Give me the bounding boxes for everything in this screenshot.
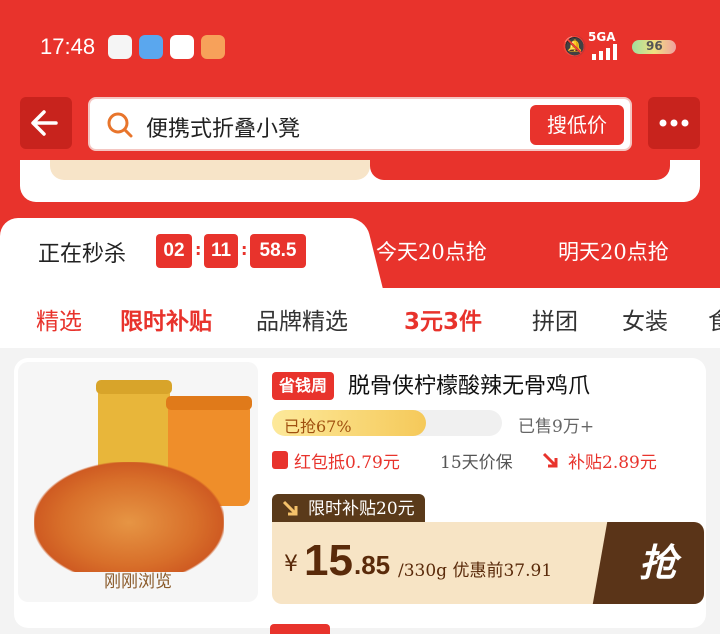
content-area: 精选 限时补贴 品牌精选 3元3件 拼团 女装 食 刚刚浏览 省钱周 脱骨侠柠檬…	[0, 288, 720, 634]
sold-count: 已售9万+	[518, 417, 595, 437]
category-women[interactable]: 女装	[622, 302, 668, 336]
subsidy-tag-label: 限时补贴20元	[308, 499, 415, 519]
signal-icon	[592, 44, 617, 60]
countdown-seconds: 58.5	[250, 234, 306, 268]
status-bar: 17:48 🔕 5GA 96	[0, 0, 720, 90]
currency-symbol: ¥	[284, 552, 298, 577]
price-protect-perk: 15天价保	[440, 453, 513, 473]
countdown-sep: :	[195, 240, 202, 259]
category-3for3[interactable]: 3元3件	[404, 302, 482, 336]
hammer-app-icon	[201, 35, 225, 59]
banner-left[interactable]	[50, 160, 370, 180]
flash-sale-tabs: 正在秒杀 02 : 11 : 58.5 今天20点抢 明天20点抢	[0, 218, 720, 288]
price-decimal: .85	[354, 550, 391, 580]
product-title[interactable]: 脱骨侠柠檬酸辣无骨鸡爪	[348, 368, 590, 400]
product-list: 刚刚浏览 省钱周 脱骨侠柠檬酸辣无骨鸡爪 已抢67% 已售9万+ 红包抵0.79…	[0, 348, 720, 634]
mute-icon: 🔕	[562, 34, 587, 58]
countdown-hours: 02	[156, 234, 192, 268]
next-card-badge	[270, 624, 330, 634]
recently-viewed-label: 刚刚浏览	[104, 572, 172, 592]
chicken-feet-image	[34, 462, 224, 572]
more-icon	[659, 119, 689, 127]
price-integer: 15	[304, 536, 353, 585]
countdown-sep: :	[241, 240, 248, 259]
subsidy-perk: 补贴2.89元	[568, 453, 657, 473]
grab-button[interactable]: 抢	[612, 522, 704, 604]
promo-badge: 省钱周	[272, 372, 335, 400]
network-label: 5GA	[588, 30, 616, 44]
back-button[interactable]	[20, 97, 72, 149]
price-box[interactable]: ¥ 15 .85 /330g 优惠前37.91 抢	[272, 522, 704, 604]
tab-tomorrow-20[interactable]: 明天20点抢	[558, 236, 669, 266]
progress-bar: 已抢67%	[272, 410, 502, 436]
search-input[interactable]: 便携式折叠小凳	[146, 111, 300, 143]
category-food[interactable]: 食	[708, 302, 720, 336]
app-icon	[170, 35, 194, 59]
countdown-minutes: 11	[204, 234, 238, 268]
product-image[interactable]: 刚刚浏览	[18, 362, 258, 602]
progress-label: 已抢67%	[284, 417, 352, 436]
category-group[interactable]: 拼团	[532, 302, 578, 336]
category-subsidy[interactable]: 限时补贴	[120, 302, 212, 336]
tab-now-selling[interactable]: 正在秒杀	[38, 236, 126, 268]
category-brand[interactable]: 品牌精选	[256, 302, 348, 336]
banner-right[interactable]	[370, 160, 670, 180]
price-unit-note: /330g 优惠前37.91	[398, 561, 553, 581]
product-card[interactable]: 刚刚浏览 省钱周 脱骨侠柠檬酸辣无骨鸡爪 已抢67% 已售9万+ 红包抵0.79…	[14, 358, 706, 628]
search-bar[interactable]: 便携式折叠小凳 搜低价	[88, 97, 632, 151]
status-time: 17:48	[40, 34, 96, 59]
search-icon	[107, 112, 133, 138]
category-featured[interactable]: 精选	[36, 302, 82, 336]
red-packet-icon	[272, 451, 288, 469]
cloud-app-icon	[139, 35, 163, 59]
more-button[interactable]	[648, 97, 700, 149]
arrow-down-icon	[282, 500, 298, 516]
banner-strip	[20, 160, 700, 202]
arrow-down-icon	[542, 452, 558, 468]
battery-level: 96	[646, 39, 663, 53]
arrow-left-icon	[31, 110, 58, 136]
search-button[interactable]: 搜低价	[530, 105, 624, 145]
grab-label: 抢	[638, 541, 677, 585]
tab-today-20[interactable]: 今天20点抢	[376, 236, 487, 266]
coupon-perk: 红包抵0.79元	[294, 453, 400, 473]
subsidy-tag: 限时补贴20元	[272, 494, 425, 524]
avatar-icon	[108, 35, 132, 59]
